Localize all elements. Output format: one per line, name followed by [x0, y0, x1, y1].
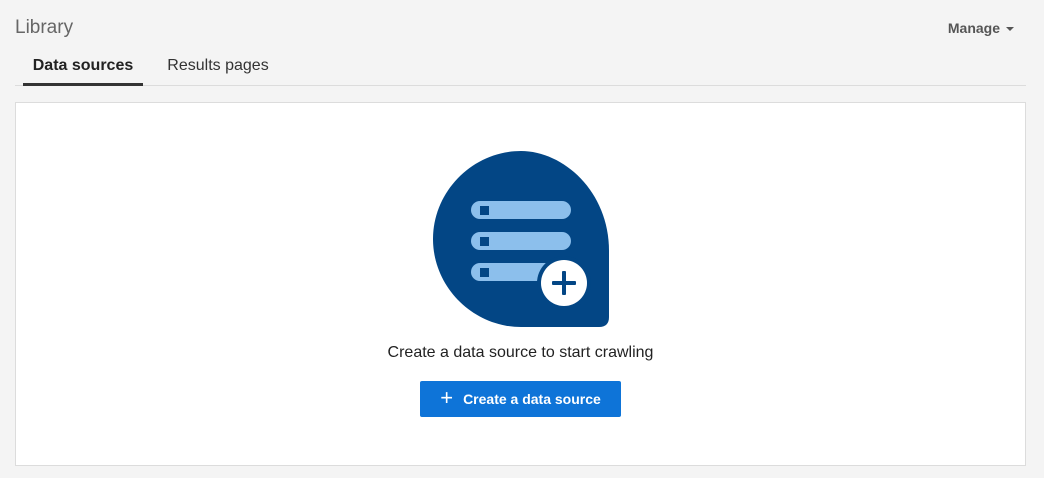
manage-label: Manage: [947, 20, 1000, 36]
create-data-source-button[interactable]: + Create a data source: [420, 381, 621, 417]
data-source-add-icon: [433, 151, 609, 327]
tab-bar: Data sources Results pages: [15, 48, 1026, 86]
empty-state-message: Create a data source to start crawling: [387, 344, 654, 361]
page-title: Library: [15, 17, 74, 38]
caret-down-icon: [1006, 27, 1014, 31]
plus-icon: +: [440, 385, 454, 410]
tab-results-pages[interactable]: Results pages: [158, 48, 278, 85]
empty-state-panel: Create a data source to start crawling +…: [15, 102, 1026, 466]
create-data-source-label: Create a data source: [463, 391, 601, 407]
tab-data-sources[interactable]: Data sources: [23, 48, 143, 86]
manage-menu-button[interactable]: Manage: [948, 18, 1014, 38]
